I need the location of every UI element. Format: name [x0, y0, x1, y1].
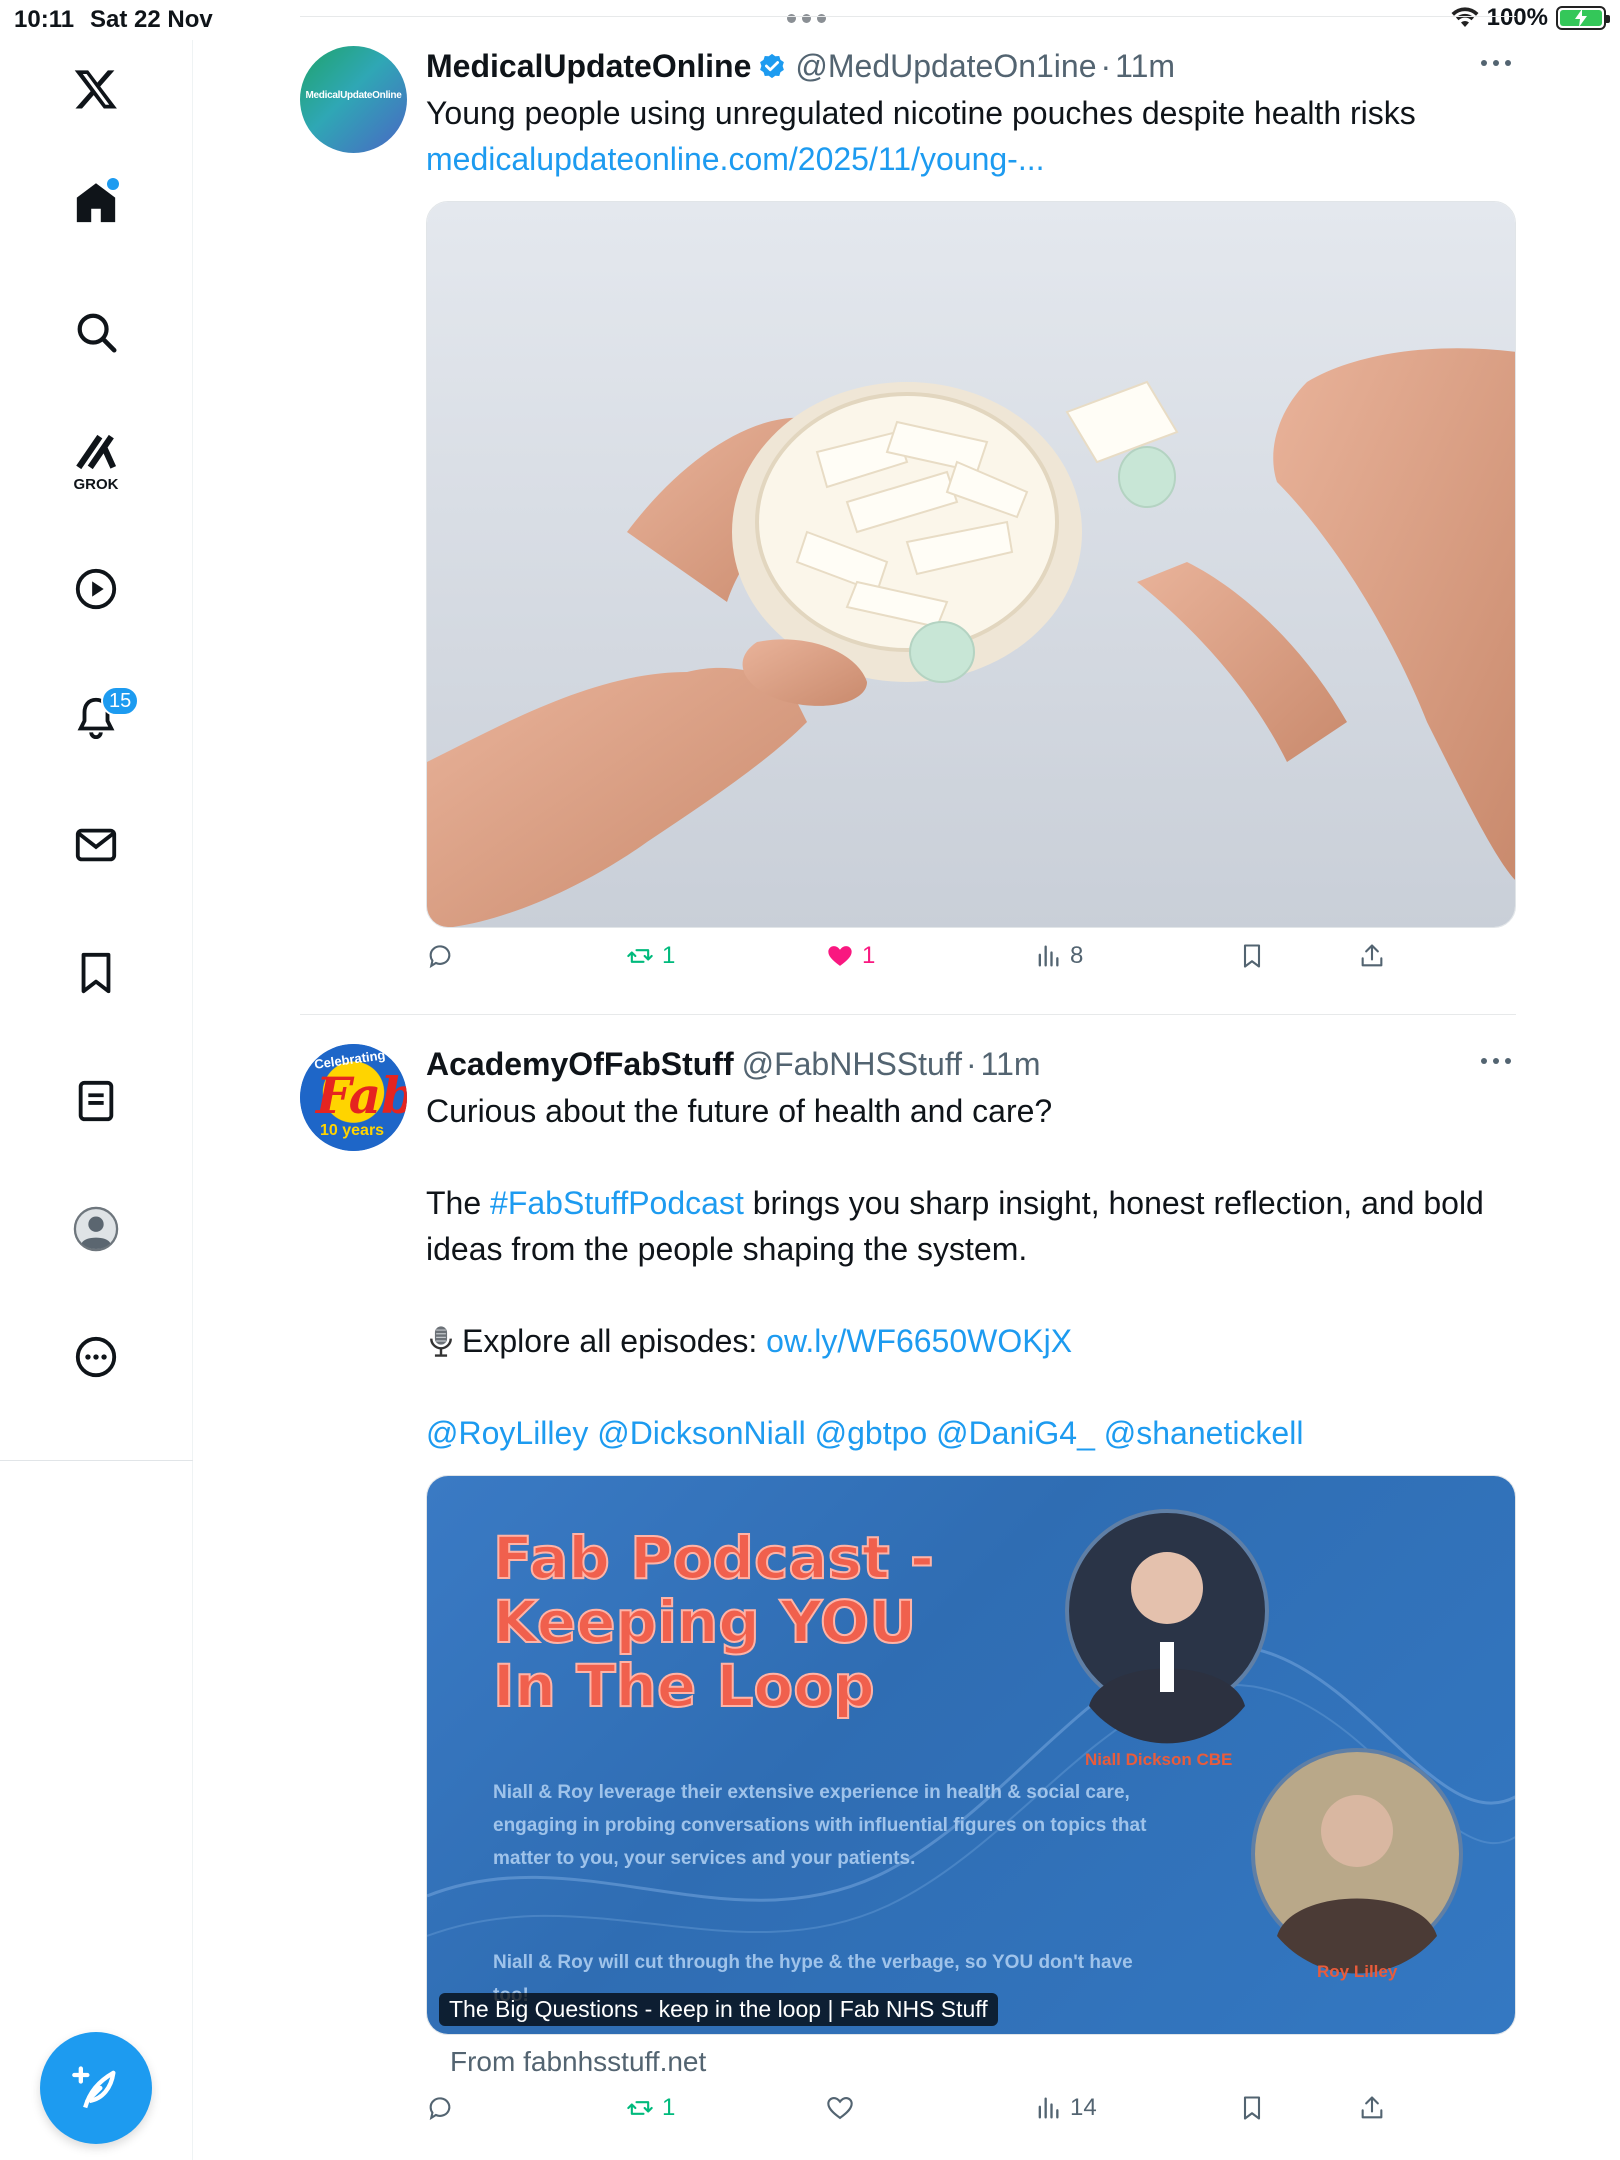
views-chart-icon: [1038, 945, 1059, 967]
card-description: Niall & Roy leverage their extensive exp…: [493, 1782, 1147, 1869]
repost-icon: [627, 949, 653, 963]
battery-icon: [1556, 6, 1610, 30]
like-button[interactable]: 1: [826, 942, 875, 970]
post-image-nicotine-pouches[interactable]: [426, 201, 1516, 928]
compose-post-button[interactable]: [40, 2032, 152, 2144]
card-caption: The Big Questions - keep in the loop | F…: [439, 1993, 998, 2026]
reply-button[interactable]: [426, 942, 454, 970]
link-card-podcast[interactable]: Fab Podcast - Keeping YOU In The Loop Ni…: [426, 1475, 1516, 2035]
reply-icon: [429, 945, 451, 969]
status-bar: 10:11 Sat 22 Nov 100%: [0, 0, 1620, 40]
notifications-badge: 15: [101, 686, 140, 716]
avatar[interactable]: MedicalUpdateOnline: [300, 46, 407, 153]
messages-envelope-icon[interactable]: [59, 808, 133, 882]
repost-button[interactable]: 1: [626, 2094, 675, 2122]
post-actions: 1 14: [426, 2094, 1516, 2134]
feed-top-divider: [300, 16, 1516, 17]
repost-count: 1: [662, 2094, 676, 2121]
timestamp[interactable]: 11m: [981, 1046, 1041, 1083]
views-count: 8: [1070, 942, 1084, 969]
repost-count: 1: [662, 942, 676, 969]
post-link[interactable]: medicalupdateonline.com/2025/11/young-..…: [426, 136, 1506, 182]
bookmark-button[interactable]: [1238, 942, 1266, 970]
post-text: Young people using unregulated nicotine …: [426, 90, 1506, 182]
views-chart-icon: [1038, 2097, 1059, 2119]
compose-feather-icon: [72, 2066, 116, 2109]
grok-icon[interactable]: GROK: [59, 424, 133, 498]
post-header: MedicalUpdateOnline @MedUpdateOn1ine · 1…: [426, 48, 1176, 85]
lists-icon[interactable]: [59, 1064, 133, 1138]
post-academyoffabstuff[interactable]: Celebrating Fab 10 years AcademyOfFabStu…: [300, 1044, 1516, 2154]
like-button[interactable]: [826, 2094, 854, 2122]
views-button[interactable]: 14: [1034, 2094, 1097, 2122]
repost-icon: [627, 2101, 653, 2115]
avatar-text-bottom: 10 years: [320, 1122, 385, 1139]
bookmark-icon: [1243, 2096, 1261, 2120]
wifi-icon: [1451, 7, 1479, 27]
post-text: Curious about the future of health and c…: [426, 1088, 1506, 1456]
avatar[interactable]: Celebrating Fab 10 years: [300, 1044, 407, 1151]
share-icon: [1361, 944, 1383, 967]
more-horizontal-icon[interactable]: [1476, 1058, 1516, 1068]
card-source[interactable]: From fabnhsstuff.net: [450, 2046, 706, 2078]
grok-label: GROK: [73, 476, 119, 493]
post-divider: [300, 1014, 1516, 1015]
reply-button[interactable]: [426, 2094, 454, 2122]
card-title: Fab Podcast - Keeping YOU In The Loop: [492, 1524, 935, 1720]
nicotine-pouch-photo: [427, 202, 1515, 927]
share-icon: [1361, 2096, 1383, 2119]
mentions[interactable]: @RoyLilley @DicksonNiall @gbtpo @DaniG4_…: [426, 1410, 1506, 1456]
handle[interactable]: @FabNHSStuff: [742, 1046, 962, 1083]
status-time: 10:11: [14, 6, 75, 33]
more-options-icon[interactable]: [59, 1320, 133, 1394]
handle[interactable]: @MedUpdateOn1ine: [795, 48, 1096, 85]
more-horizontal-icon[interactable]: [1476, 60, 1516, 70]
reply-icon: [429, 2097, 451, 2121]
card-person1-label: Niall Dickson CBE: [1085, 1750, 1233, 1769]
post-actions: 1 1 8: [426, 942, 1516, 982]
x-logo-icon[interactable]: [59, 52, 133, 126]
card-person2-label: Roy Lilley: [1317, 1962, 1398, 1981]
share-button[interactable]: [1358, 2094, 1386, 2122]
avatar-logo-text: MedicalUpdateOnline: [305, 90, 402, 101]
heart-outline-icon: [827, 2097, 853, 2120]
display-name[interactable]: AcademyOfFabStuff: [426, 1046, 734, 1083]
post-medicalupdateonline[interactable]: MedicalUpdateOnline MedicalUpdateOnline …: [300, 46, 1516, 1006]
microphone-icon: [426, 1318, 462, 1364]
search-icon[interactable]: [59, 295, 133, 369]
avatar-text-mid: Fab: [316, 1066, 407, 1125]
status-right: 100%: [1451, 4, 1610, 32]
post-explore-line: Explore all episodes: ow.ly/WF6650WOKjX: [426, 1318, 1506, 1364]
bookmark-icon[interactable]: [59, 936, 133, 1010]
sidebar: GROK 15: [0, 40, 193, 2160]
sidebar-divider: [0, 1460, 193, 1461]
views-button[interactable]: 8: [1034, 942, 1083, 970]
explore-link[interactable]: ow.ly/WF6650WOKjX: [766, 1323, 1072, 1359]
views-count: 14: [1070, 2094, 1097, 2121]
post-line1: Curious about the future of health and c…: [426, 1093, 1053, 1129]
post-paragraph2: The #FabStuffPodcast brings you sharp in…: [426, 1185, 1484, 1267]
share-button[interactable]: [1358, 942, 1386, 970]
timestamp[interactable]: 11m: [1115, 48, 1175, 85]
post-body: Young people using unregulated nicotine …: [426, 95, 1416, 131]
verified-badge-icon: [760, 53, 785, 78]
home-icon[interactable]: [59, 166, 133, 240]
bookmark-button[interactable]: [1238, 2094, 1266, 2122]
display-name[interactable]: MedicalUpdateOnline: [426, 48, 751, 85]
home-unread-dot: [107, 178, 119, 190]
video-play-icon[interactable]: [59, 552, 133, 626]
bookmark-icon: [1243, 944, 1261, 968]
notifications-bell-icon[interactable]: 15: [59, 680, 140, 754]
profile-avatar-icon[interactable]: [59, 1192, 133, 1266]
status-date: Sat 22 Nov: [90, 6, 213, 33]
repost-button[interactable]: 1: [626, 942, 675, 970]
heart-filled-icon: [828, 946, 852, 966]
like-count: 1: [862, 942, 876, 969]
battery-percent: 100%: [1486, 4, 1548, 31]
post-header: AcademyOfFabStuff @FabNHSStuff · 11m: [426, 1046, 1041, 1083]
hashtag-link[interactable]: #FabStuffPodcast: [490, 1185, 744, 1221]
